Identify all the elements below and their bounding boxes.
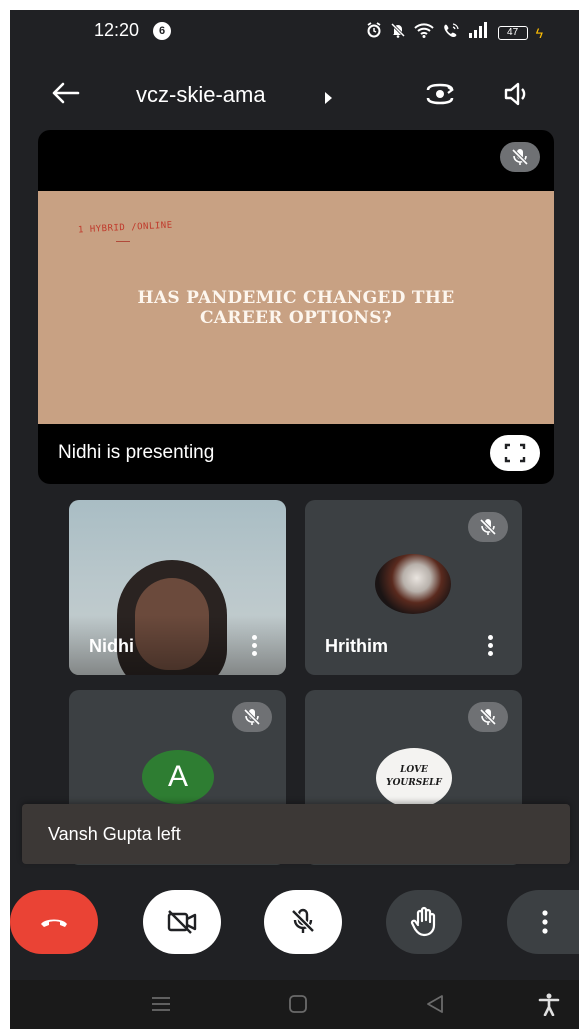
system-back-button[interactable] [422, 992, 448, 1016]
wifi-icon [413, 22, 434, 43]
avatar-text-line-1: LOVE [400, 765, 428, 775]
mic-off-icon [243, 708, 261, 726]
back-icon [427, 995, 443, 1013]
presenter-label: Nidhi is presenting [58, 442, 215, 463]
shared-slide: 1 HYBRID /ONLINE HAS PANDEMIC CHANGED TH… [38, 191, 554, 424]
mic-off-icon [291, 908, 315, 933]
signal-icon [468, 22, 490, 43]
alarm-icon [366, 22, 382, 43]
meeting-code[interactable]: vcz-skie-ama [136, 82, 266, 108]
slide-title: HAS PANDEMIC CHANGED THE CAREER OPTIONS? [38, 288, 554, 328]
recents-icon [152, 997, 170, 1011]
camera-toggle-button[interactable] [143, 890, 221, 954]
speaker-button[interactable] [503, 80, 533, 108]
accessibility-icon [538, 993, 560, 1017]
home-button[interactable] [285, 992, 311, 1016]
end-call-button[interactable] [10, 890, 98, 954]
battery-icon: 47 [497, 25, 528, 40]
back-button[interactable] [48, 78, 84, 108]
mic-off-icon [479, 518, 497, 536]
bell-off-icon [390, 22, 406, 43]
switch-camera-icon [426, 83, 454, 105]
participant-name: Nidhi [89, 636, 134, 656]
home-icon [289, 995, 307, 1013]
speaker-icon [504, 82, 526, 106]
participant-mute-badge [232, 702, 272, 732]
participant-more-button[interactable] [252, 635, 258, 657]
raise-hand-button[interactable] [386, 890, 462, 954]
charging-icon: ϟ [535, 24, 543, 41]
microphone-toggle-button[interactable] [264, 890, 342, 954]
snackbar-message: Vansh Gupta left [48, 824, 181, 844]
camera-off-icon [167, 910, 197, 934]
participant-tile-nidhi[interactable]: Nidhi [69, 500, 286, 675]
participant-mute-badge [468, 702, 508, 732]
wifi-call-icon [442, 22, 460, 43]
notification-count-badge: 6 [153, 22, 171, 40]
participant-more-button[interactable] [488, 635, 494, 657]
fullscreen-button[interactable] [490, 435, 540, 471]
slide-underline [116, 241, 130, 242]
participant-avatar [375, 554, 451, 614]
back-arrow-icon [52, 82, 80, 104]
meet-screen: 12:20 6 47 ϟ vcz-skie-ama 1 HYBRID /ONLI… [10, 10, 579, 1029]
meeting-info-caret-icon[interactable] [325, 92, 332, 104]
fullscreen-icon [504, 443, 526, 463]
more-vertical-icon [542, 910, 548, 934]
participant-tile-hrithim[interactable]: Hrithim [305, 500, 522, 675]
snackbar: Vansh Gupta left [22, 804, 570, 864]
switch-camera-button[interactable] [422, 78, 458, 110]
status-icons: 47 ϟ [366, 22, 543, 43]
status-bar: 12:20 6 47 ϟ [10, 10, 579, 50]
system-nav-bar [10, 980, 579, 1029]
hand-icon [410, 906, 436, 937]
mic-off-icon [511, 148, 529, 166]
participant-avatar-letter: A [142, 750, 214, 804]
meeting-header: vcz-skie-ama [10, 68, 579, 118]
recents-button[interactable] [148, 992, 174, 1016]
participant-name: Hrithim [325, 636, 388, 656]
mic-off-icon [479, 708, 497, 726]
presentation-mute-badge [500, 142, 540, 172]
phone-hangup-icon [41, 919, 67, 927]
participant-mute-badge [468, 512, 508, 542]
presentation-card[interactable]: 1 HYBRID /ONLINE HAS PANDEMIC CHANGED TH… [38, 130, 554, 484]
slide-title-line-1: HAS PANDEMIC CHANGED THE [137, 288, 455, 308]
slide-handwritten-note: 1 HYBRID /ONLINE [77, 220, 173, 236]
more-options-button[interactable] [507, 890, 579, 954]
slide-title-line-2: CAREER OPTIONS? [199, 308, 393, 328]
status-time: 12:20 [94, 20, 140, 40]
participant-avatar: LOVE YOURSELF [376, 748, 452, 808]
accessibility-button[interactable] [536, 992, 562, 1017]
avatar-text-line-2: YOURSELF [386, 778, 442, 788]
